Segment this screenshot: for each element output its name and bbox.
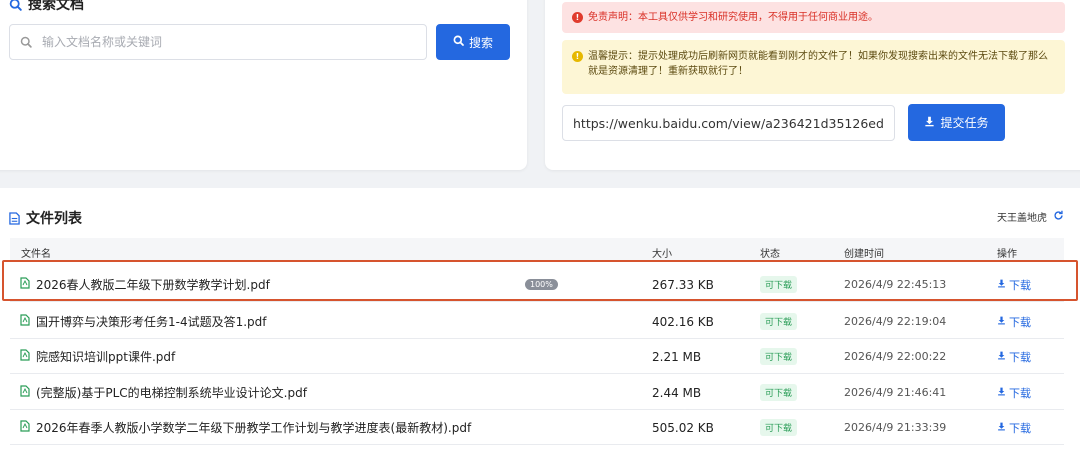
file-size: 505.02 KB (652, 420, 714, 435)
file-size: 2.44 MB (652, 385, 702, 400)
column-created: 创建时间 (844, 249, 884, 260)
status-badge: 可下载 (760, 276, 798, 293)
table-header: 文件名 大小 状态 创建时间 操作 (10, 238, 1064, 262)
download-icon (997, 421, 1006, 434)
column-size: 大小 (652, 249, 672, 260)
document-icon (9, 211, 20, 225)
download-label: 下载 (1009, 350, 1031, 364)
tip-text: 温馨提示：提示处理成功后刷新网页就能看到刚才的文件了！如果你发现搜索出来的文件无… (588, 51, 1048, 77)
search-title-text: 搜索文档 (28, 0, 84, 13)
status-badge: 可下载 (760, 348, 798, 365)
download-link[interactable]: 下载 (997, 375, 1031, 410)
pdf-file-icon (20, 349, 30, 364)
created-time: 2026/4/9 22:45:13 (844, 278, 947, 291)
disclaimer-text: 免责声明：本工具仅供学习和研究使用，不得用于任何商业用途。 (588, 12, 878, 23)
submit-task-label: 提交任务 (940, 116, 989, 130)
download-icon (997, 350, 1006, 363)
exclamation-icon: ! (572, 12, 583, 23)
info-icon: ! (572, 51, 583, 62)
file-name-cell: 院感知识培训ppt课件.pdf (20, 339, 175, 374)
download-link[interactable]: 下载 (997, 267, 1031, 302)
pdf-file-icon (20, 420, 30, 435)
task-card: ! 免责声明：本工具仅供学习和研究使用，不得用于任何商业用途。 ! 温馨提示：提… (545, 0, 1080, 170)
search-button-label: 搜索 (468, 35, 493, 50)
file-name[interactable]: 国开博弈与决策形考任务1-4试题及答1.pdf (36, 313, 267, 330)
user-area: 天王盖地虎 (997, 209, 1064, 224)
pdf-file-icon (20, 314, 30, 329)
file-list-title-text: 文件列表 (26, 211, 82, 227)
download-icon (997, 315, 1006, 328)
status-cell: 可下载 (760, 375, 798, 410)
column-name: 文件名 (21, 249, 51, 260)
file-list-card: 文件列表 天王盖地虎 文件名 大小 状态 创建时间 操作 2026春人教版二年级… (0, 188, 1080, 450)
tip-alert: ! 温馨提示：提示处理成功后刷新网页就能看到刚才的文件了！如果你发现搜索出来的文… (562, 40, 1065, 94)
download-label: 下载 (1009, 421, 1031, 435)
search-input[interactable] (42, 35, 402, 49)
file-name[interactable]: 2026年春季人教版小学数学二年级下册教学工作计划与教学进度表(最新教材).pd… (36, 419, 471, 436)
status-cell: 可下载 (760, 339, 798, 374)
table-row: 国开博弈与决策形考任务1-4试题及答1.pdf 402.16 KB 可下载 20… (10, 304, 1064, 339)
table-row: 2026春人教版二年级下册数学教学计划.pdf 100% 267.33 KB 可… (10, 267, 1064, 302)
status-cell: 可下载 (760, 410, 798, 445)
file-name-cell: 2026年春季人教版小学数学二年级下册教学工作计划与教学进度表(最新教材).pd… (20, 410, 471, 445)
download-icon (924, 116, 935, 130)
submit-task-button[interactable]: 提交任务 (908, 104, 1005, 141)
status-cell: 可下载 (760, 267, 798, 302)
download-label: 下载 (1009, 278, 1031, 292)
status-badge: 可下载 (760, 419, 798, 436)
column-status: 状态 (760, 249, 780, 260)
download-label: 下载 (1009, 386, 1031, 400)
pdf-file-icon (20, 277, 30, 292)
search-box[interactable] (9, 24, 427, 60)
status-cell: 可下载 (760, 304, 798, 339)
progress-badge: 100% (525, 279, 558, 290)
download-icon (997, 386, 1006, 399)
status-badge: 可下载 (760, 313, 798, 330)
download-link[interactable]: 下载 (997, 410, 1031, 445)
download-label: 下载 (1009, 315, 1031, 329)
created-time: 2026/4/9 21:33:39 (844, 421, 947, 434)
created-time: 2026/4/9 21:46:41 (844, 386, 947, 399)
file-name-cell: 国开博弈与决策形考任务1-4试题及答1.pdf (20, 304, 267, 339)
status-badge: 可下载 (760, 384, 798, 401)
table-row: 2026年春季人教版小学数学二年级下册教学工作计划与教学进度表(最新教材).pd… (10, 410, 1064, 445)
file-name-cell: 2026春人教版二年级下册数学教学计划.pdf (20, 267, 270, 302)
file-name[interactable]: (完整版)基于PLC的电梯控制系统毕业设计论文.pdf (36, 384, 307, 401)
download-link[interactable]: 下载 (997, 304, 1031, 339)
table-row: 院感知识培训ppt课件.pdf 2.21 MB 可下载 2026/4/9 22:… (10, 339, 1064, 374)
refresh-icon[interactable] (1053, 210, 1064, 224)
file-list-title: 文件列表 (9, 208, 82, 228)
search-button[interactable]: 搜索 (436, 24, 510, 60)
search-button-icon (453, 35, 464, 49)
file-name[interactable]: 2026春人教版二年级下册数学教学计划.pdf (36, 276, 270, 293)
download-icon (997, 278, 1006, 291)
download-link[interactable]: 下载 (997, 339, 1031, 374)
table-row: (完整版)基于PLC的电梯控制系统毕业设计论文.pdf 2.44 MB 可下载 … (10, 375, 1064, 410)
created-time: 2026/4/9 22:19:04 (844, 315, 947, 328)
file-size: 402.16 KB (652, 314, 714, 329)
file-name[interactable]: 院感知识培训ppt课件.pdf (36, 348, 175, 365)
username: 天王盖地虎 (997, 213, 1047, 224)
column-action: 操作 (997, 249, 1017, 260)
search-icon (20, 33, 32, 52)
search-title: 搜索文档 (9, 0, 84, 14)
file-size: 267.33 KB (652, 277, 714, 292)
pdf-file-icon (20, 385, 30, 400)
search-card: 搜索文档 搜索 (0, 0, 527, 170)
file-size: 2.21 MB (652, 349, 702, 364)
disclaimer-alert: ! 免责声明：本工具仅供学习和研究使用，不得用于任何商业用途。 (562, 2, 1065, 33)
search-title-icon (9, 0, 22, 11)
file-name-cell: (完整版)基于PLC的电梯控制系统毕业设计论文.pdf (20, 375, 307, 410)
created-time: 2026/4/9 22:00:22 (844, 350, 947, 363)
url-input[interactable] (562, 105, 895, 141)
